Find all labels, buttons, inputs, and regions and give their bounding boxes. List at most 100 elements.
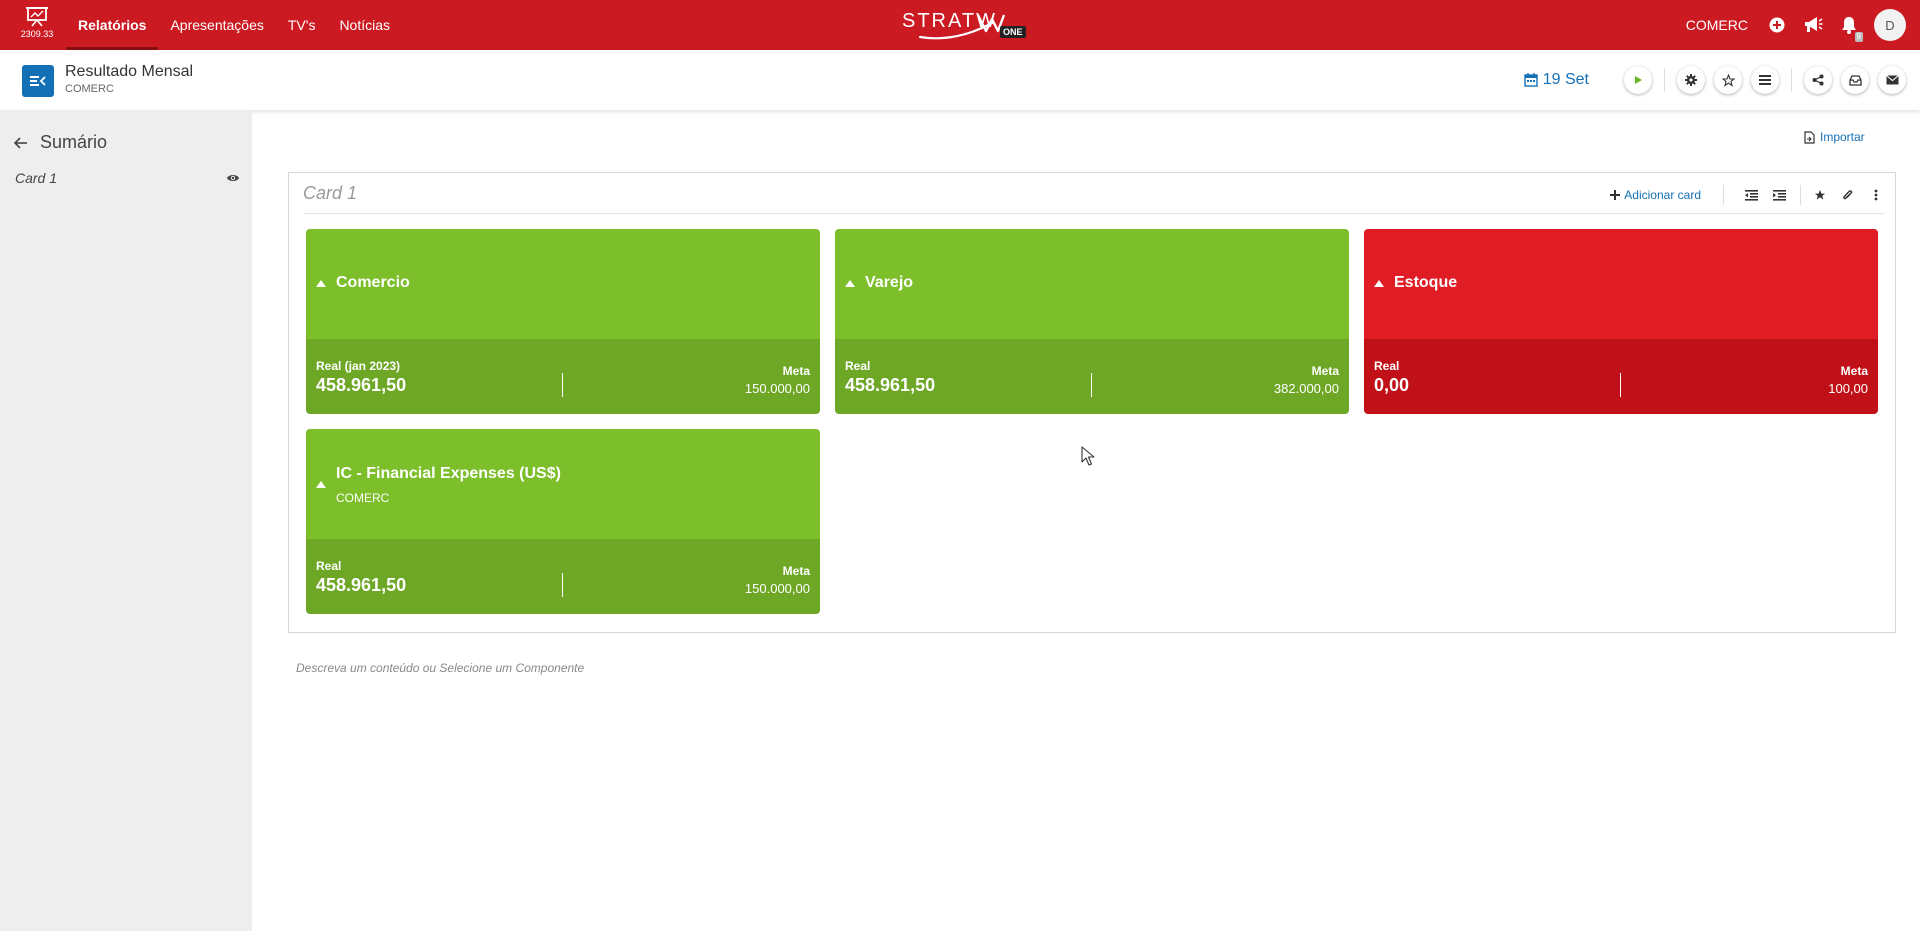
bell-icon[interactable]: 9: [1838, 14, 1863, 42]
kpi-real-value: 458.961,50: [316, 575, 407, 595]
add-card-button[interactable]: Adicionar card: [1610, 188, 1701, 202]
kpi-card-header: Comercio: [306, 229, 820, 339]
app-version: 2309.33: [20, 29, 54, 39]
user-avatar[interactable]: D: [1874, 9, 1906, 41]
kpi-meta-value: 382.000,00: [1273, 381, 1339, 396]
main-nav: Relatórios Apresentações TV's Notícias: [66, 0, 402, 50]
company-name[interactable]: COMERC: [1686, 17, 1748, 33]
kpi-title: Estoque: [1394, 274, 1458, 291]
header-separator: [1664, 68, 1665, 92]
top-navbar: 2309.33 Relatórios Apresentações TV's No…: [0, 0, 1920, 50]
settings-button[interactable]: [1677, 66, 1705, 94]
eye-icon[interactable]: [226, 173, 240, 183]
notification-badge: 9: [1854, 32, 1863, 42]
inbox-icon: [1848, 74, 1862, 86]
kpi-card-comercio[interactable]: Comercio Real (jan 2023) 458.961,50 Meta…: [306, 229, 820, 414]
add-icon[interactable]: [1766, 14, 1788, 36]
kpi-card-estoque[interactable]: Estoque Real 0,00 Meta 100,00: [1364, 229, 1878, 414]
brand-badge: ONE: [1000, 26, 1026, 38]
kpi-card-header: IC - Financial Expenses (US$) COMERC: [306, 429, 820, 539]
kpi-card-varejo[interactable]: Varejo Real 458.961,50 Meta 382.000,00: [835, 229, 1349, 414]
kpi-meta-value: 150.000,00: [744, 581, 810, 596]
kpi-card-header: Estoque: [1364, 229, 1878, 339]
envelope-icon: [1885, 75, 1899, 85]
sidebar-title: Sumário: [40, 132, 108, 152]
share-button[interactable]: [1804, 66, 1832, 94]
toolbar-separator: [1723, 185, 1724, 205]
mouse-pointer-icon: [1081, 446, 1095, 466]
kpi-divider: [562, 573, 563, 597]
sidebar-collapse-icon: [30, 76, 46, 86]
nav-tvs[interactable]: TV's: [276, 0, 328, 50]
page-title: Resultado Mensal: [65, 63, 194, 80]
calendar-icon: [1524, 73, 1538, 87]
toggle-sidebar-button[interactable]: [22, 65, 54, 97]
date-picker-button[interactable]: 19 Set: [1524, 71, 1589, 89]
nav-noticias[interactable]: Notícias: [327, 0, 402, 50]
trend-up-icon: [845, 280, 855, 287]
outdent-icon[interactable]: [1742, 186, 1760, 204]
kpi-card-values: Real 458.961,50 Meta 382.000,00: [835, 339, 1349, 414]
file-import-icon: [1804, 130, 1815, 144]
kpi-real-value: 458.961,50: [845, 375, 936, 395]
kpi-title: Comercio: [336, 274, 410, 291]
inbox-button[interactable]: [1841, 66, 1869, 94]
import-label: Importar: [1820, 130, 1865, 144]
kpi-meta-label: Meta: [1840, 364, 1868, 378]
megaphone-icon[interactable]: [1802, 14, 1824, 36]
sidebar-item-label: Card 1: [15, 170, 58, 186]
date-label: 19 Set: [1542, 71, 1589, 88]
add-card-label: Adicionar card: [1624, 188, 1701, 202]
more-vertical-icon[interactable]: [1867, 186, 1885, 204]
kpi-card-values: Real 458.961,50 Meta 150.000,00: [306, 539, 820, 614]
brand-logo[interactable]: STRATW ONE: [900, 9, 1030, 41]
nav-apresentacoes[interactable]: Apresentações: [158, 0, 275, 50]
kpi-meta-label: Meta: [1311, 364, 1339, 378]
panel-title[interactable]: Card 1: [303, 183, 357, 204]
email-button[interactable]: [1878, 66, 1906, 94]
kpi-real-label: Real: [1374, 359, 1400, 373]
paperclip-icon[interactable]: [1839, 186, 1857, 204]
trend-up-icon: [1374, 280, 1384, 287]
kpi-card-values: Real (jan 2023) 458.961,50 Meta 150.000,…: [306, 339, 820, 414]
add-component-hint[interactable]: Descreva um conteúdo ou Selecione um Com…: [296, 661, 584, 675]
kpi-real-label: Real (jan 2023): [316, 359, 401, 373]
toolbar-separator: [1800, 185, 1801, 205]
kpi-card-values: Real 0,00 Meta 100,00: [1364, 339, 1878, 414]
header-separator: [1791, 68, 1792, 92]
kpi-meta-label: Meta: [782, 564, 810, 578]
menu-button[interactable]: [1751, 66, 1779, 94]
indent-icon[interactable]: [1770, 186, 1788, 204]
app-logo[interactable]: 2309.33: [18, 7, 56, 45]
star-outline-icon: [1721, 73, 1735, 87]
kpi-title: IC - Financial Expenses (US$): [336, 465, 561, 482]
sidebar-item-card-1[interactable]: Card 1: [15, 170, 240, 186]
panel-toolbar: Adicionar card: [1610, 183, 1885, 207]
sidebar-header[interactable]: Sumário: [14, 132, 107, 153]
presentation-board-icon: [26, 7, 48, 27]
play-button[interactable]: [1624, 66, 1652, 94]
kpi-title: Varejo: [865, 274, 914, 291]
page-subtitle: COMERC: [65, 83, 114, 95]
kpi-meta-value: 150.000,00: [744, 381, 810, 396]
star-icon[interactable]: [1811, 186, 1829, 204]
kpi-divider: [1620, 373, 1621, 397]
kpi-real-label: Real: [845, 359, 871, 373]
kpi-card-ic-financial-expenses[interactable]: IC - Financial Expenses (US$) COMERC Rea…: [306, 429, 820, 614]
favorite-button[interactable]: [1714, 66, 1742, 94]
play-icon: [1635, 76, 1642, 84]
arrow-left-icon[interactable]: [14, 136, 28, 149]
sidebar: Sumário Card 1: [0, 110, 252, 931]
report-header: Resultado Mensal COMERC 19 Set: [0, 50, 1920, 110]
import-button[interactable]: Importar: [1804, 130, 1865, 144]
nav-relatorios[interactable]: Relatórios: [66, 0, 159, 50]
list-icon: [1759, 75, 1771, 85]
kpi-real-label: Real: [316, 559, 342, 573]
trend-up-icon: [316, 481, 326, 488]
card-panel: Card 1 Adicionar card Comercio Real (jan…: [288, 172, 1896, 633]
kpi-subtitle: COMERC: [336, 491, 390, 505]
kpi-meta-value: 100,00: [1828, 381, 1868, 396]
panel-divider: [303, 213, 1885, 214]
kpi-real-value: 458.961,50: [316, 375, 407, 395]
kpi-divider: [562, 373, 563, 397]
